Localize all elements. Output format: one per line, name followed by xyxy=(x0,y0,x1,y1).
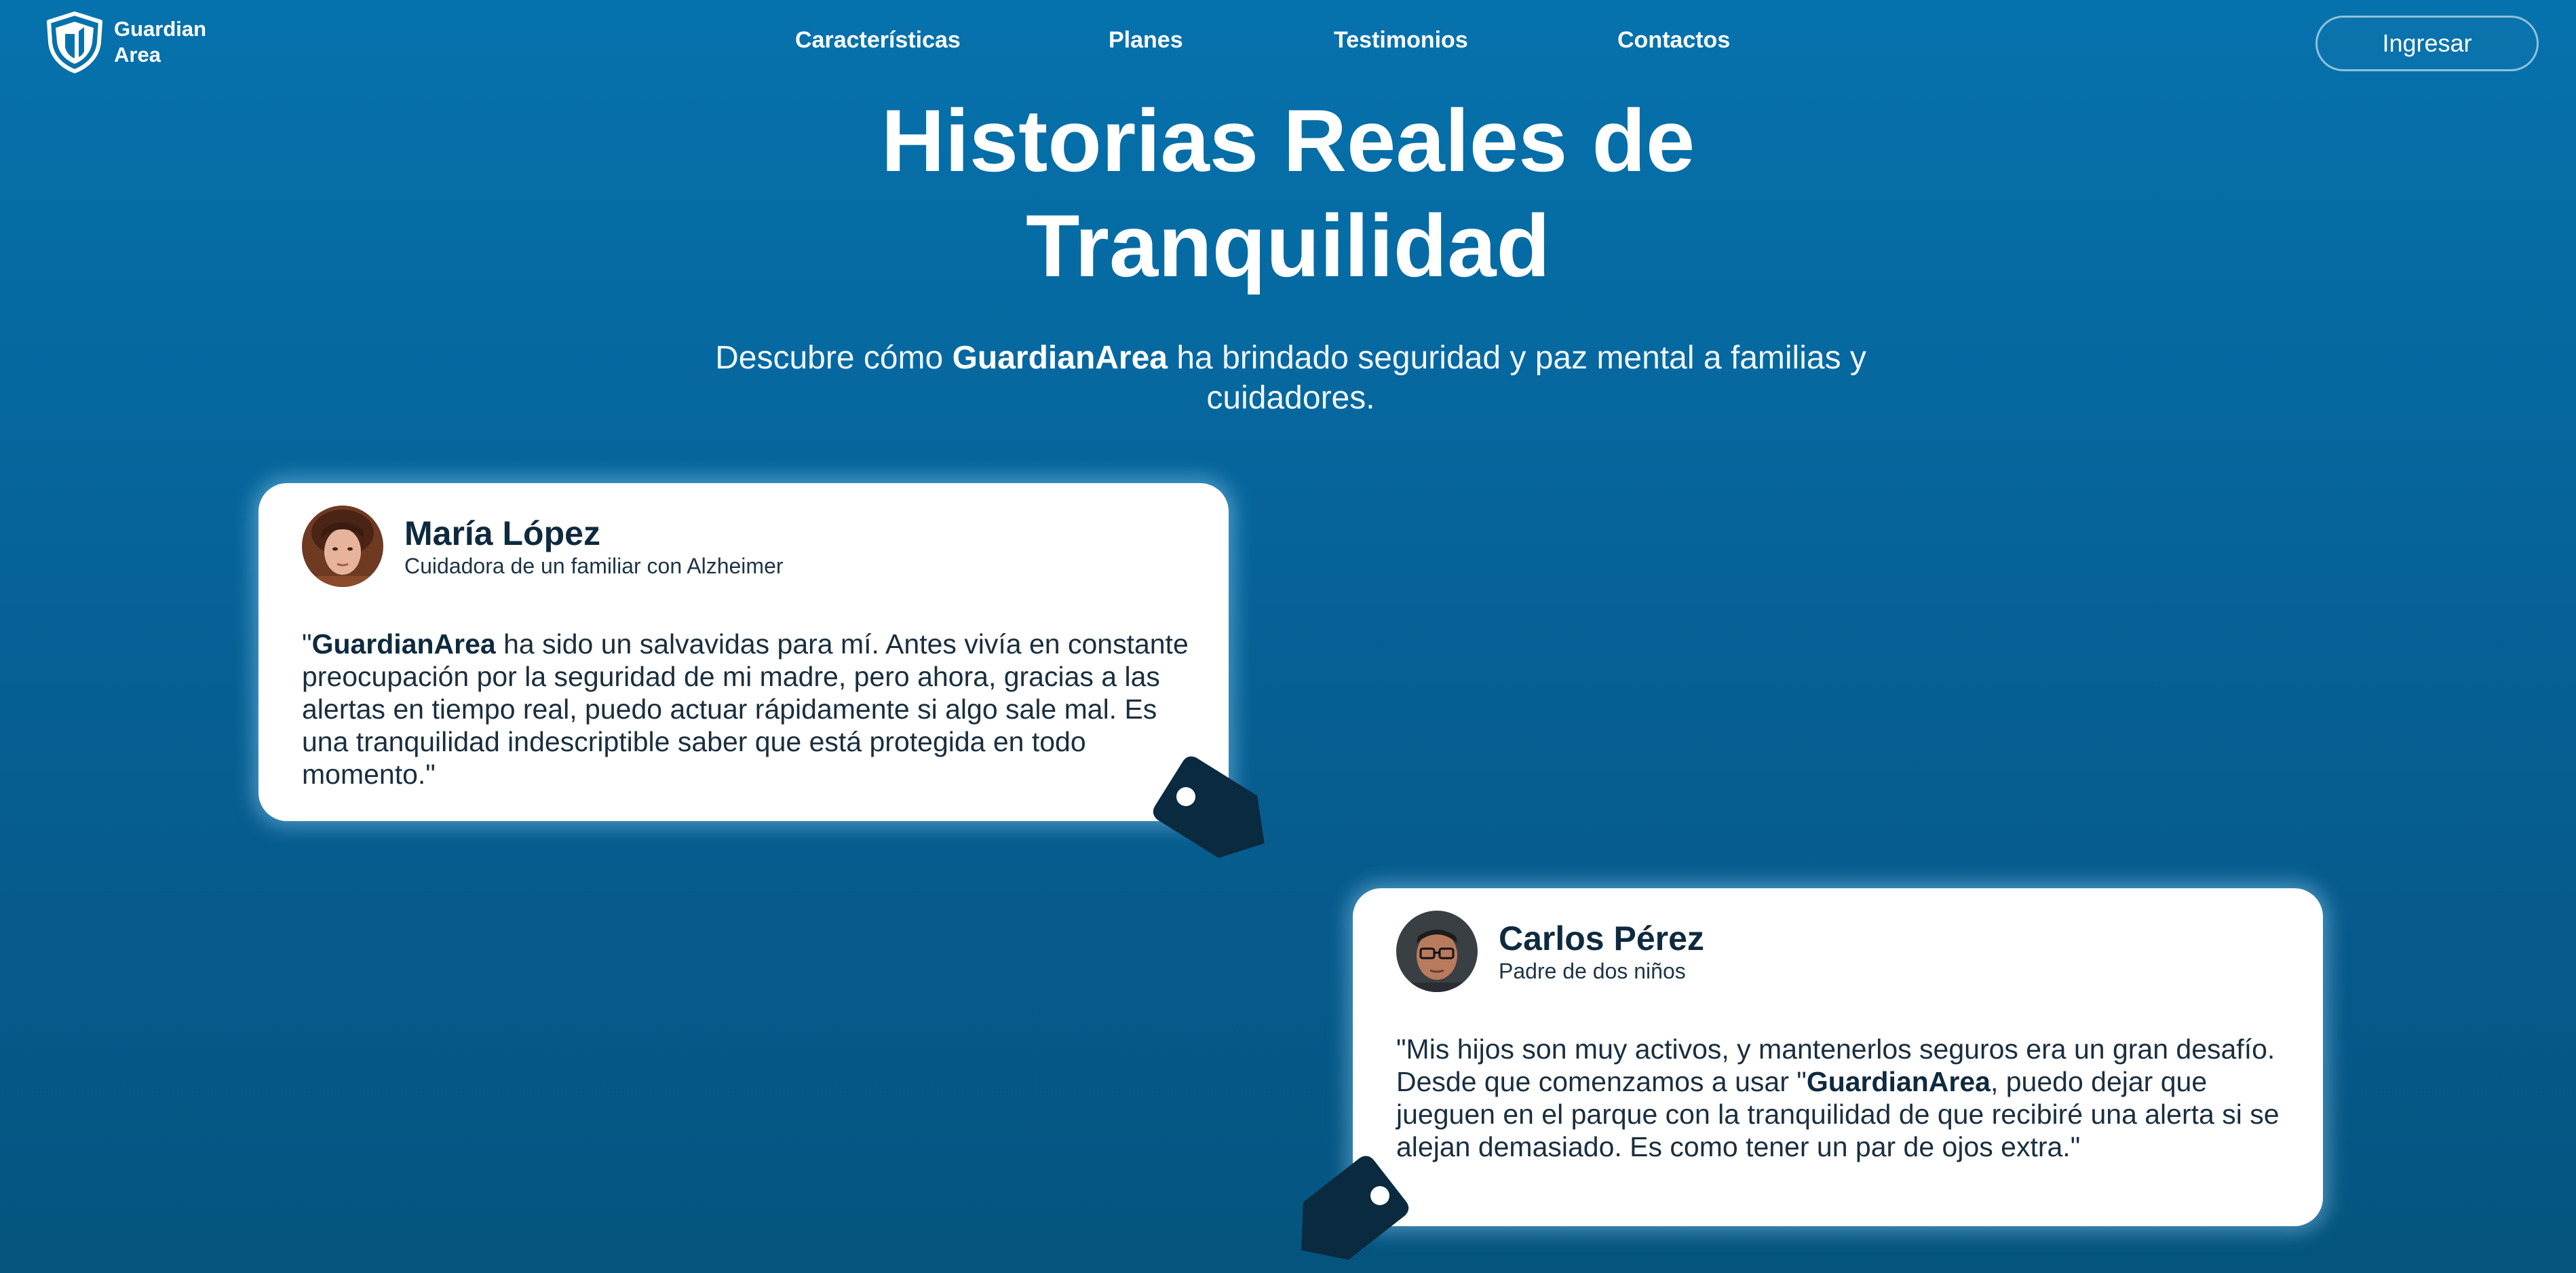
subtitle-text-pre: Descubre cómo xyxy=(715,340,953,376)
tag-icon xyxy=(1301,1156,1409,1260)
avatar xyxy=(302,506,383,587)
subtitle-brand: GuardianArea xyxy=(952,340,1168,376)
page-subtitle: Descubre cómo GuardianArea ha brindado s… xyxy=(706,338,1876,418)
nav-link-planes[interactable]: Planes xyxy=(1109,27,1183,54)
nav-link-caracteristicas[interactable]: Características xyxy=(795,27,961,54)
page-title: Historias Reales de Tranquilidad xyxy=(0,88,2576,299)
testimonial-name: Carlos Pérez xyxy=(1499,919,1704,957)
testimonial-card: María López Cuidadora de un familiar con… xyxy=(258,483,1229,821)
quote-text-pre: " xyxy=(302,628,312,660)
testimonial-card: Carlos Pérez Padre de dos niños "Mis hij… xyxy=(1353,888,2323,1226)
testimonial-role: Padre de dos niños xyxy=(1499,959,1686,983)
top-nav: Guardian Area Características Planes Tes… xyxy=(0,0,2576,85)
avatar-photo xyxy=(302,506,383,587)
login-button[interactable]: Ingresar xyxy=(2315,16,2539,71)
testimonial-quote: "Mis hijos son muy activos, y mantenerlo… xyxy=(1396,1033,2292,1163)
testimonials-page: Guardian Area Características Planes Tes… xyxy=(0,0,2576,1273)
quote-brand: GuardianArea xyxy=(1806,1066,1991,1097)
avatar-photo xyxy=(1396,911,1478,992)
avatar xyxy=(1396,911,1478,992)
testimonial-quote: "GuardianArea ha sido un salvavidas para… xyxy=(302,628,1197,791)
testimonial-role: Cuidadora de un familiar con Alzheimer xyxy=(404,554,784,578)
quote-brand: GuardianArea xyxy=(311,628,496,660)
subtitle-text-post: ha brindado seguridad y paz mental a fam… xyxy=(1168,340,1866,416)
nav-link-testimonios[interactable]: Testimonios xyxy=(1334,27,1468,54)
nav-link-contactos[interactable]: Contactos xyxy=(1617,27,1730,54)
page-title-line2: Tranquilidad xyxy=(1026,196,1550,295)
nav-links: Características Planes Testimonios Conta… xyxy=(0,27,2576,61)
page-title-line1: Historias Reales de xyxy=(881,91,1695,190)
testimonial-name: María López xyxy=(404,514,600,552)
tag-icon xyxy=(1153,756,1265,858)
